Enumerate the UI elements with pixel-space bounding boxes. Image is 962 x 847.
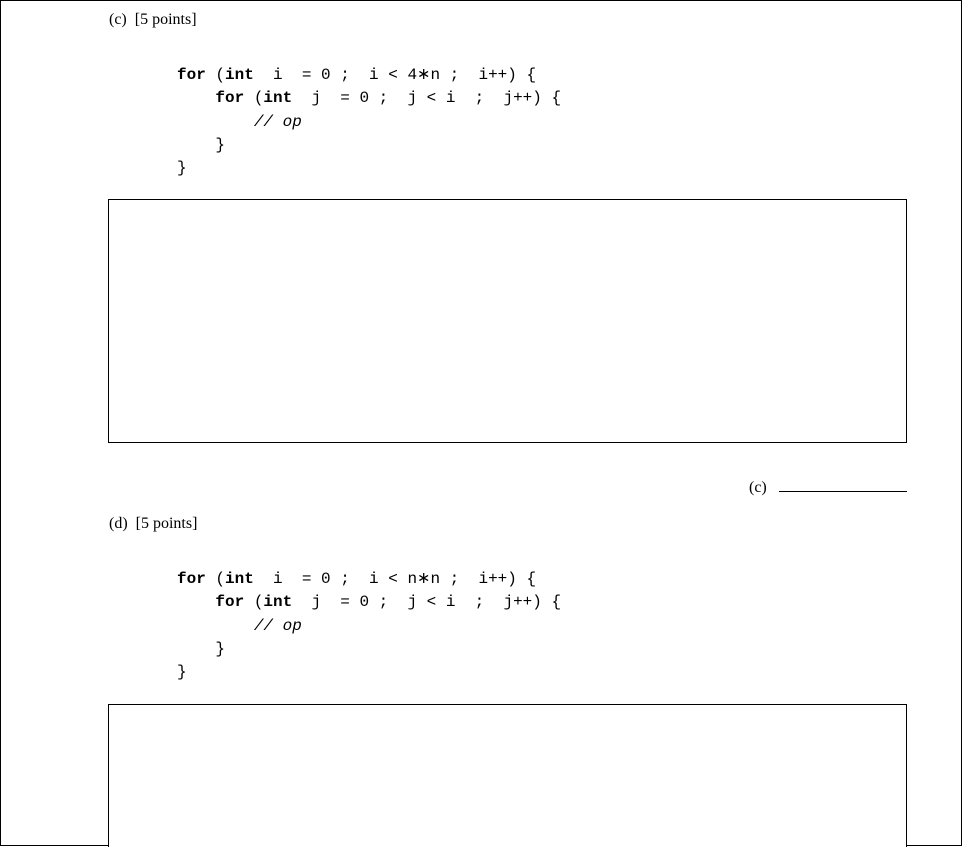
kw-int: int xyxy=(263,593,292,611)
code-brace: } xyxy=(215,640,225,658)
kw-int: int xyxy=(225,570,254,588)
code-text: i = 0 ; i < n∗n ; i++) { xyxy=(254,570,536,588)
part-c-points: [5 points] xyxy=(135,11,197,28)
code-brace: } xyxy=(215,136,225,154)
kw-for: for xyxy=(177,570,206,588)
part-c-answer-line[interactable] xyxy=(779,491,907,492)
exam-page: (c) [5 points] for (int i = 0 ; i < 4∗n … xyxy=(0,0,962,846)
code-comment: // op xyxy=(254,113,302,131)
part-d-points: [5 points] xyxy=(136,515,198,532)
kw-int: int xyxy=(263,89,292,107)
kw-for: for xyxy=(215,593,244,611)
part-d-answer-box[interactable] xyxy=(108,704,907,847)
code-text: ( xyxy=(244,89,263,107)
kw-int: int xyxy=(225,66,254,84)
part-d-label: (d) [5 points] xyxy=(109,515,197,533)
code-text: j = 0 ; j < i ; j++) { xyxy=(292,89,561,107)
part-d-code: for (int i = 0 ; i < n∗n ; i++) { for (i… xyxy=(177,545,561,684)
code-brace: } xyxy=(177,663,187,681)
part-c-code: for (int i = 0 ; i < 4∗n ; i++) { for (i… xyxy=(177,41,561,180)
code-comment: // op xyxy=(254,617,302,635)
code-text: ( xyxy=(206,570,225,588)
part-c-letter: (c) xyxy=(109,11,127,28)
part-c-answer-box[interactable] xyxy=(108,199,907,443)
part-c-answer-label: (c) xyxy=(749,479,767,497)
code-brace: } xyxy=(177,159,187,177)
code-text: j = 0 ; j < i ; j++) { xyxy=(292,593,561,611)
kw-for: for xyxy=(215,89,244,107)
code-text: ( xyxy=(206,66,225,84)
part-c-label: (c) [5 points] xyxy=(109,11,197,29)
code-text: i = 0 ; i < 4∗n ; i++) { xyxy=(254,66,536,84)
code-text: ( xyxy=(244,593,263,611)
part-d-letter: (d) xyxy=(109,515,128,532)
kw-for: for xyxy=(177,66,206,84)
